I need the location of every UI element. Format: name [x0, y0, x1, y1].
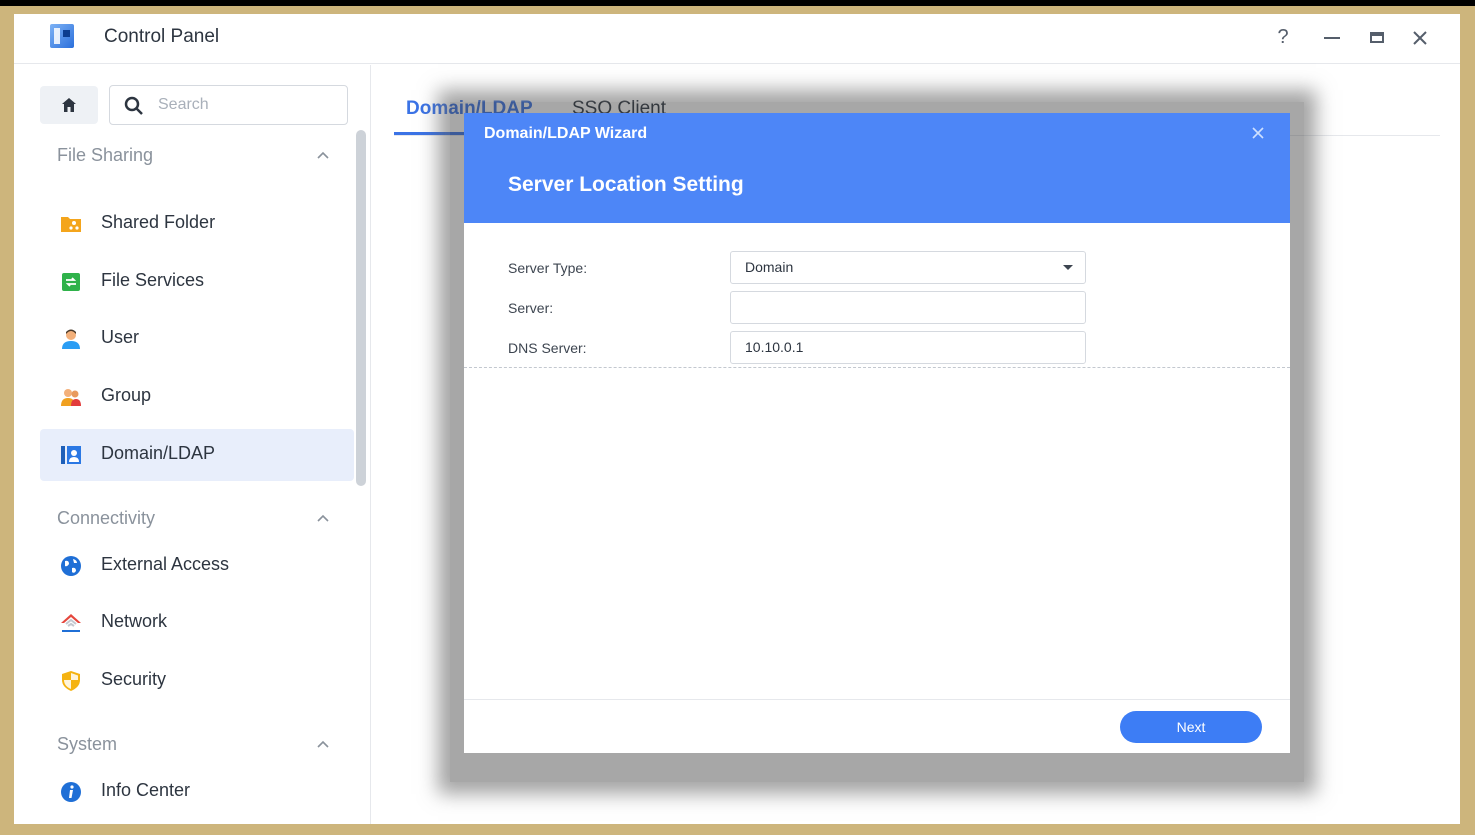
chevron-up-icon[interactable] — [316, 512, 330, 526]
wizard-title: Domain/LDAP Wizard — [484, 125, 648, 142]
file-services-icon — [62, 273, 80, 291]
dropdown-caret-icon — [1063, 265, 1073, 270]
close-icon[interactable] — [1248, 123, 1268, 143]
search-icon — [124, 96, 143, 115]
sidebar-scrollbar[interactable] — [356, 130, 366, 486]
shield-icon — [62, 671, 80, 691]
minimize-button[interactable] — [1319, 24, 1345, 50]
wizard-step-title: Server Location Setting — [508, 173, 744, 196]
sidebar-item-label: Network — [101, 611, 168, 631]
close-window-button[interactable] — [1407, 24, 1433, 50]
sidebar-item-label: User — [101, 327, 140, 347]
dns-server-label: DNS Server: — [508, 340, 587, 356]
wizard-header: Domain/LDAP Wizard Server Location Setti… — [464, 113, 1290, 223]
sidebar-item-label: Group — [101, 385, 152, 405]
info-icon — [61, 782, 81, 802]
server-type-label: Server Type: — [508, 260, 588, 276]
sidebar-item-label: Info Center — [101, 780, 191, 800]
server-input[interactable] — [745, 292, 1065, 322]
sidebar-item-label: File Services — [101, 270, 205, 290]
section-system[interactable]: System — [57, 734, 117, 755]
next-button[interactable]: Next — [1120, 711, 1262, 743]
control-panel-window: Control Panel ? File Sharing Shared Fold… — [14, 14, 1460, 824]
section-connectivity[interactable]: Connectivity — [57, 508, 155, 529]
globe-icon — [61, 556, 81, 576]
sidebar-item-label: Domain/LDAP — [101, 443, 216, 463]
maximize-icon — [1370, 32, 1384, 44]
control-panel-app-icon — [50, 24, 74, 48]
help-button[interactable]: ? — [1270, 24, 1296, 50]
chevron-up-icon[interactable] — [316, 738, 330, 752]
dns-server-field[interactable]: 10.10.0.1 — [730, 331, 1086, 364]
close-icon — [1413, 31, 1427, 45]
window-title: Control Panel — [104, 26, 220, 47]
server-type-value: Domain — [745, 259, 794, 275]
user-icon — [62, 329, 80, 349]
sidebar-item-label: Security — [101, 669, 167, 689]
sidebar-item-shared-folder[interactable]: Shared Folder — [40, 198, 354, 250]
sidebar-item-label: Shared Folder — [101, 212, 216, 232]
search-input[interactable] — [158, 95, 338, 115]
sidebar-item-info-center[interactable]: Info Center — [40, 766, 354, 818]
sidebar: File Sharing Shared Folder File Services… — [14, 65, 371, 824]
domain-ldap-icon — [61, 446, 81, 464]
home-icon — [62, 98, 76, 112]
sidebar-item-user[interactable]: User — [40, 313, 354, 365]
sidebar-item-security[interactable]: Security — [40, 655, 354, 707]
domain-ldap-wizard: Domain/LDAP Wizard Server Location Setti… — [464, 113, 1290, 753]
minimize-icon — [1324, 36, 1340, 39]
sidebar-item-label: External Access — [101, 554, 230, 574]
server-field[interactable] — [730, 291, 1086, 324]
form-divider — [464, 367, 1290, 368]
network-house-icon — [61, 614, 81, 632]
footer-divider — [464, 699, 1290, 700]
sidebar-item-domain-ldap[interactable]: Domain/LDAP — [40, 429, 354, 481]
server-type-select[interactable]: Domain — [730, 251, 1086, 284]
home-button[interactable] — [40, 86, 98, 124]
sidebar-item-network[interactable]: Network — [40, 597, 354, 649]
title-bar: Control Panel ? — [14, 14, 1460, 64]
chevron-up-icon[interactable] — [316, 149, 330, 163]
maximize-button[interactable] — [1364, 24, 1390, 50]
group-icon — [61, 389, 81, 406]
shared-folder-icon — [61, 217, 81, 232]
server-label: Server: — [508, 300, 554, 316]
search-box[interactable] — [109, 85, 348, 125]
sidebar-item-file-services[interactable]: File Services — [40, 256, 354, 308]
sidebar-item-group[interactable]: Group — [40, 371, 354, 423]
sidebar-item-external-access[interactable]: External Access — [40, 540, 354, 592]
dns-server-value: 10.10.0.1 — [745, 339, 804, 355]
section-file-sharing[interactable]: File Sharing — [57, 145, 153, 166]
